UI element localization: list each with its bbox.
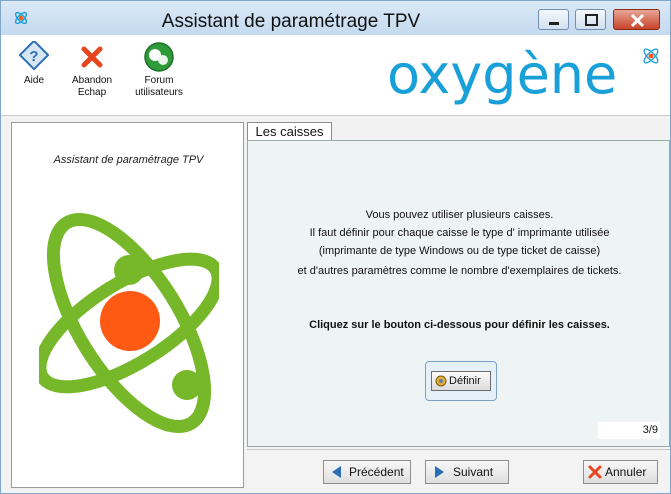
help-icon: ? [19, 41, 49, 71]
wizard-window: Assistant de paramétrage TPV ? Aide Aban… [0, 0, 671, 494]
previous-button[interactable]: Précédent [323, 460, 411, 484]
page-indicator: 3/9 [598, 422, 660, 439]
title-bar: Assistant de paramétrage TPV [1, 1, 670, 35]
help-button[interactable]: ? Aide [11, 41, 57, 87]
info-line-1: Vous pouvez utiliser plusieurs caisses. [365, 209, 554, 221]
info-line-2: Il faut définir pour chaque caisse le ty… [309, 227, 610, 239]
minimize-button[interactable] [538, 9, 569, 30]
forum-sublabel: utilisateurs [135, 87, 183, 98]
navigation-bar: Précédent Suivant Annuler [247, 449, 670, 492]
svg-text:?: ? [29, 48, 38, 65]
forum-icon [144, 42, 174, 72]
forum-button[interactable]: Forum utilisateurs [129, 41, 189, 99]
settings-icon [435, 375, 447, 387]
atom-illustration [39, 212, 219, 434]
logo-atom-icon [643, 48, 659, 64]
arrow-right-icon [435, 466, 444, 478]
window-title: Assistant de paramétrage TPV [161, 11, 421, 32]
help-label: Aide [23, 75, 44, 86]
define-button-label: Définir [449, 375, 481, 387]
next-button[interactable]: Suivant [425, 460, 509, 484]
forum-label: Forum [144, 75, 174, 86]
tab-les-caisses[interactable]: Les caisses [247, 122, 332, 141]
maximize-button[interactable] [575, 9, 606, 30]
instruction-text: Cliquez sur le bouton ci-dessous pour dé… [309, 319, 610, 331]
abort-label: Abandon [71, 75, 113, 86]
cancel-icon [588, 465, 602, 479]
define-button[interactable]: Définir [425, 361, 497, 401]
info-line-4: et d'autres paramètres comme le nombre d… [297, 265, 622, 277]
left-panel-title: Assistant de paramétrage TPV [53, 154, 204, 166]
close-icon [630, 13, 645, 28]
logo-text: oxygène [387, 43, 617, 105]
left-panel: Assistant de paramétrage TPV [11, 122, 244, 488]
content-panel: Vous pouvez utiliser plusieurs caisses. … [247, 140, 670, 447]
cancel-label: Annuler [605, 465, 647, 479]
window-close-button[interactable] [613, 9, 660, 30]
cancel-button[interactable]: Annuler [583, 460, 658, 484]
info-line-3: (imprimante de type Windows ou de type t… [318, 245, 601, 257]
minimize-icon [549, 22, 559, 25]
arrow-left-icon [332, 466, 341, 478]
maximize-icon [585, 14, 598, 26]
abort-button[interactable]: Abandon Echap [65, 41, 119, 99]
next-label: Suivant [453, 465, 494, 479]
toolbar: ? Aide Abandon Echap Forum utilisateurs … [1, 35, 670, 116]
oxygene-logo: oxygène [387, 43, 659, 105]
previous-label: Précédent [349, 465, 404, 479]
close-icon [81, 46, 103, 68]
abort-shortcut-label: Echap [77, 87, 107, 98]
